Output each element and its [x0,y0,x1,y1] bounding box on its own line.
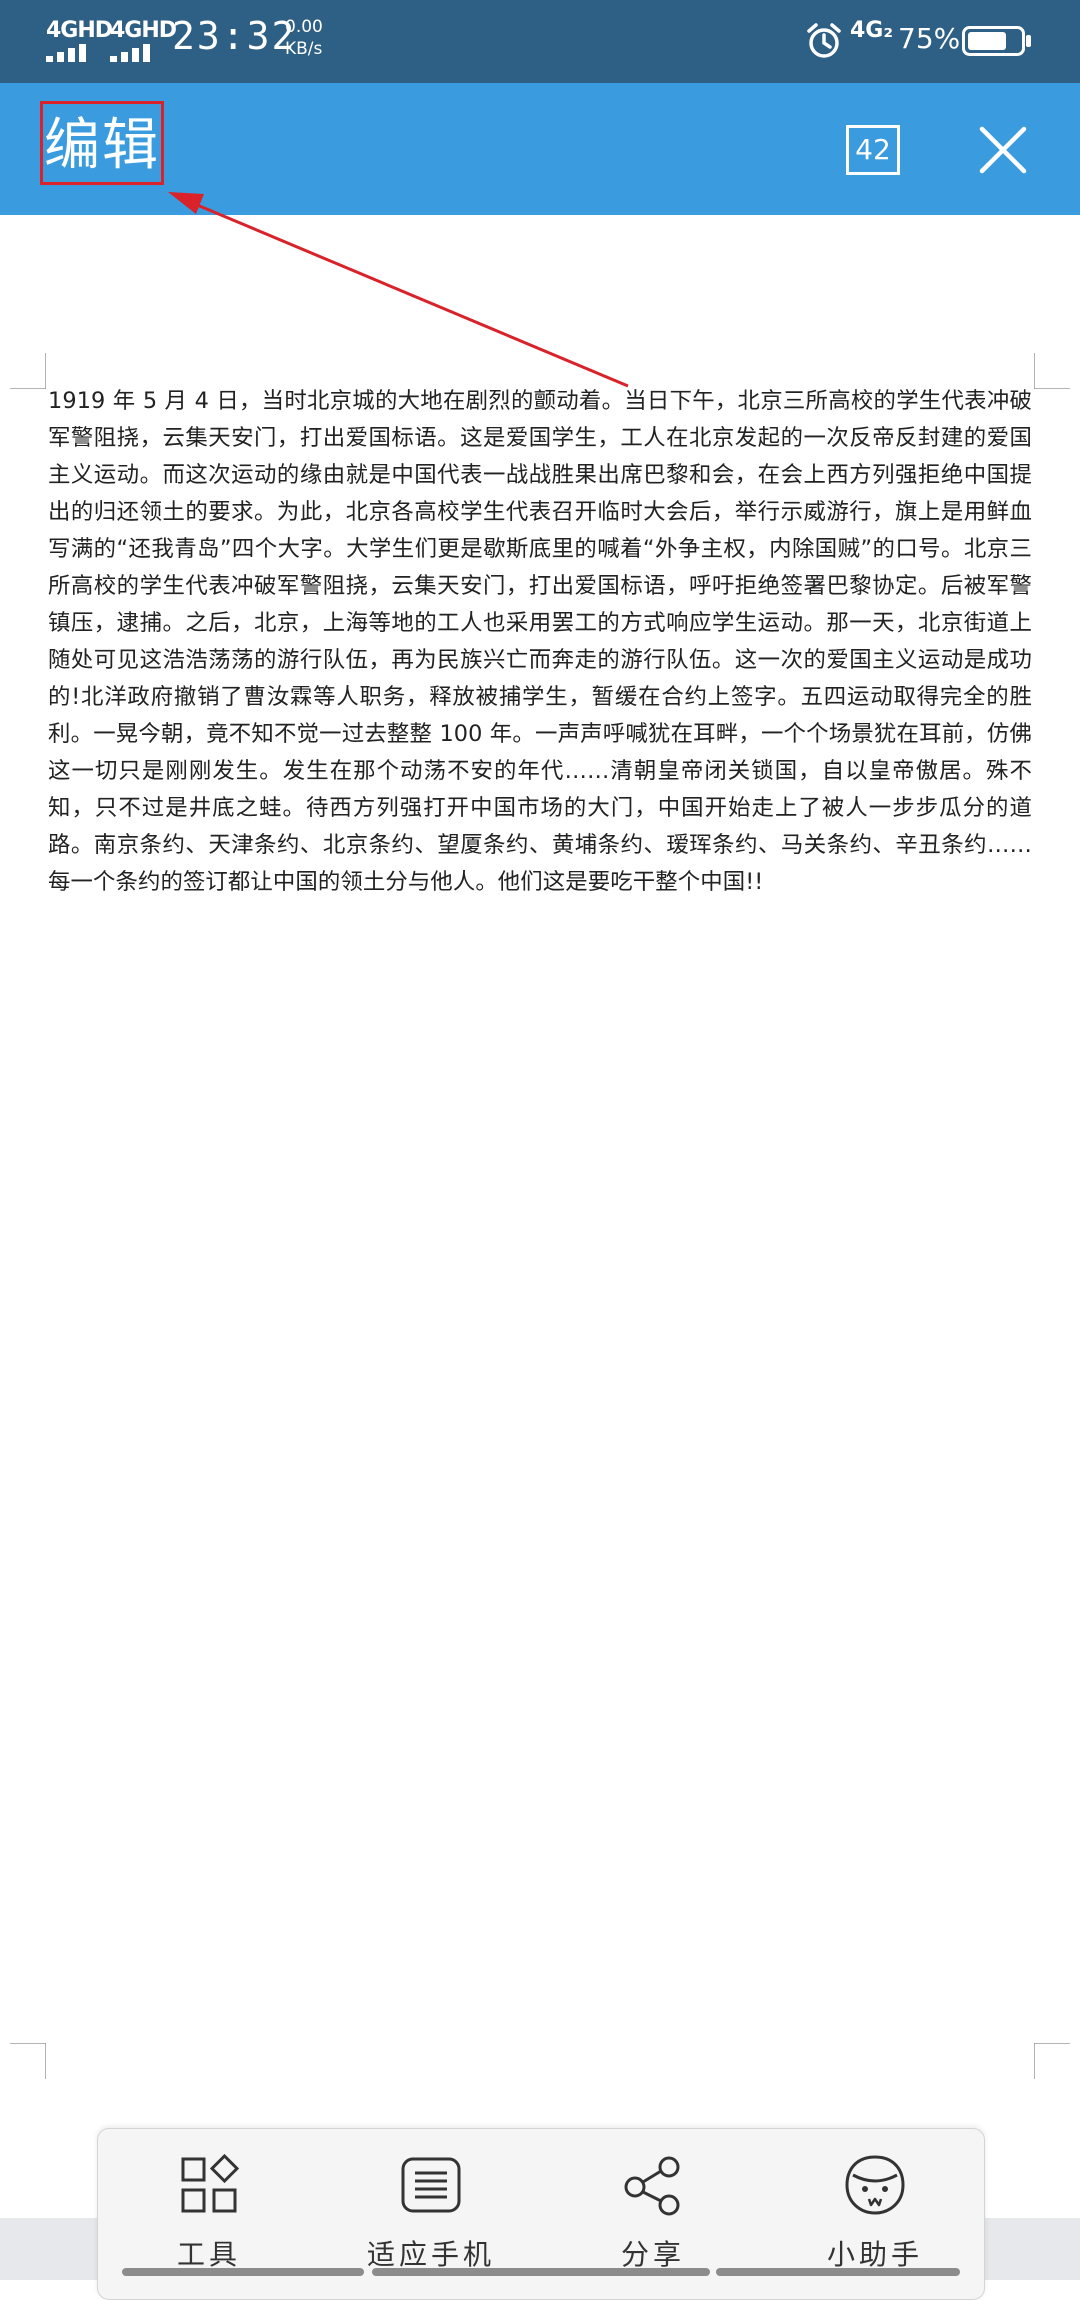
toolbar-item-label: 适应手机 [366,2238,495,2271]
network-speed-unit: KB/s [285,39,323,59]
clock-time: 23:32 [172,14,297,58]
toolbar-item-label: 小助手 [826,2238,923,2271]
crop-mark-bottom-right-icon [1034,2043,1070,2079]
sim1-label: 4GHD [46,18,113,43]
fit-phone-icon [401,2157,461,2213]
assistant-face-icon [845,2155,905,2215]
document-page[interactable]: 1919 年 5 月 4 日，当时北京城的大地在剧烈的颤动着。当日下午，北京三所… [0,215,1080,2185]
toolbar-item-tools[interactable]: 工具 [98,2129,320,2279]
document-body-text: 1919 年 5 月 4 日，当时北京城的大地在剧烈的颤动着。当日下午，北京三所… [48,388,1032,895]
network-speed-value: 0.00 [285,17,323,37]
crop-mark-bottom-left-icon [10,2043,46,2079]
tab-indicator [372,2268,710,2276]
toolbar-item-fit-phone[interactable]: 适应手机 [320,2129,542,2279]
sim1-signal-bars [46,44,86,62]
sim2-signal-bars [110,44,150,62]
sim1-signal-icon: 4GHD [46,18,113,62]
edit-button[interactable]: 编辑 [40,101,164,185]
toolbar-item-label: 工具 [176,2238,241,2271]
battery-percent: 75% [898,22,961,55]
page-count-button[interactable]: 42 [846,125,900,175]
network-speed: 0.00 KB/s [285,16,323,60]
toolbar-item-share[interactable]: 分享 [542,2129,764,2279]
toolbar-item-assistant[interactable]: 小助手 [764,2129,986,2279]
tab-indicator [122,2268,364,2276]
network-type-label: 4G₂ [850,18,894,43]
alarm-clock-icon [807,23,841,58]
battery-icon [962,26,1031,56]
share-icon [624,2156,680,2216]
status-bar: 4GHD 4GHD 23:32 0.00 KB/s 4G₂ 75% [0,0,1080,83]
tools-grid-icon [181,2153,240,2213]
crop-mark-top-left-icon [10,353,46,389]
close-icon[interactable] [978,125,1028,175]
app-header: 编辑 42 [0,83,1080,215]
crop-mark-top-right-icon [1034,353,1070,389]
toolbar-item-label: 分享 [620,2238,685,2271]
sim2-signal-icon: 4GHD [110,18,177,62]
tab-indicator [716,2268,960,2276]
sim2-label: 4GHD [110,18,177,43]
battery-fill [968,32,1006,50]
